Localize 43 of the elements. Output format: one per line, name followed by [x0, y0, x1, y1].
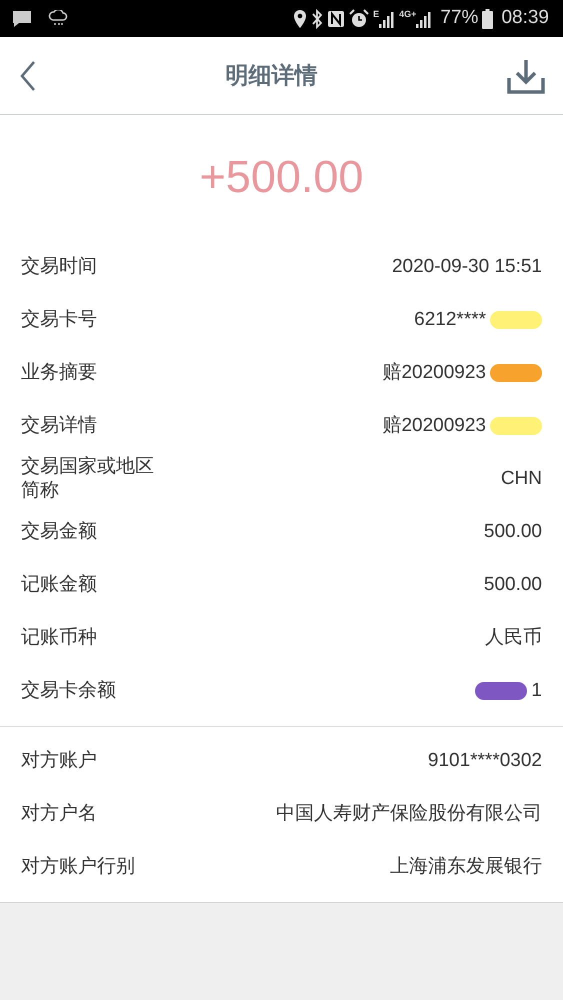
- field-value: 中国人寿财产保险股份有限公司: [276, 802, 542, 826]
- clock-time: 08:39: [501, 6, 549, 30]
- network-type-label: E: [373, 10, 380, 18]
- network-type-label: 4G+: [399, 10, 416, 18]
- message-icon: [12, 10, 32, 28]
- field-label: 记账币种: [21, 626, 98, 650]
- field-label: 交易卡余额: [21, 679, 117, 703]
- field-value: 1: [531, 678, 542, 703]
- field-value: 500.00: [484, 520, 542, 544]
- download-button[interactable]: [507, 58, 545, 94]
- bluetooth-icon: [311, 8, 324, 28]
- field-label: 对方户名: [21, 802, 98, 826]
- field-value: 人民币: [485, 626, 542, 650]
- field-value: 6212****: [414, 308, 486, 332]
- field-value: 500.00: [484, 572, 542, 597]
- transaction-amount: +500.00: [198, 150, 364, 204]
- signal-icon: [379, 10, 396, 28]
- field-value: 上海浦东发展银行: [390, 854, 542, 879]
- field-value: 9101****0302: [428, 748, 542, 773]
- field-label: 交易详情: [21, 414, 98, 438]
- field-value: 赔20200923: [382, 414, 486, 438]
- battery-percentage: 77%: [440, 6, 478, 30]
- field-label: 对方账户: [21, 749, 98, 773]
- field-value: 赔20200923: [382, 360, 486, 385]
- field-label: 对方账户行别: [21, 855, 136, 879]
- page-title: 明细详情: [226, 61, 318, 90]
- battery-icon: [482, 8, 494, 28]
- alarm-clock-icon: [349, 8, 370, 28]
- field-label: 交易卡号: [21, 308, 98, 332]
- field-value: 2020-09-30 15:51: [392, 254, 542, 279]
- field-label: 交易金额: [21, 520, 98, 544]
- back-button[interactable]: [20, 60, 36, 92]
- field-value: CHN: [500, 466, 542, 491]
- location-pin-icon: [293, 8, 308, 28]
- field-label: 业务摘要: [21, 361, 98, 385]
- field-label: 记账金额: [21, 573, 98, 597]
- download-icon: [507, 58, 545, 94]
- chevron-left-icon: [20, 60, 36, 92]
- signal-icon: [416, 10, 432, 28]
- field-label: 交易时间: [21, 255, 98, 279]
- field-label: 交易国家或地区简称: [21, 455, 155, 503]
- cloud-rain-icon: [48, 10, 68, 28]
- nfc-icon: [327, 10, 346, 28]
